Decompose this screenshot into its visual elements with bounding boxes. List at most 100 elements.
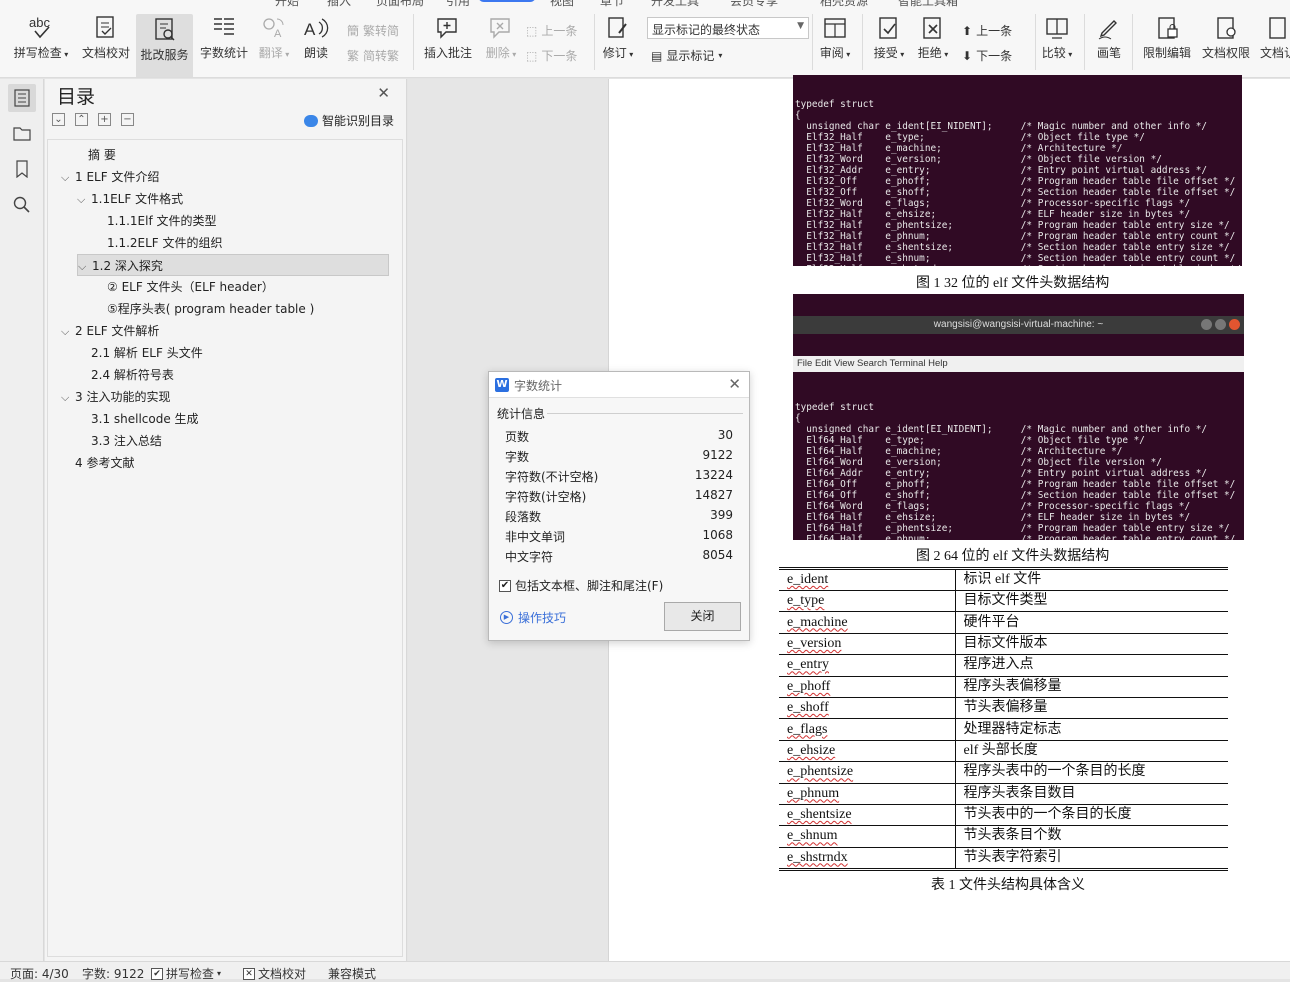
doc-auth-button[interactable]: 文档认: [1258, 0, 1290, 61]
toc-entry[interactable]: ⌵ 3 注入功能的实现: [61, 386, 170, 408]
toc-title: 目录: [57, 86, 96, 108]
status-bar: 页面: 4/30 字数: 9122 ✔ 拼写检查 ▾ ✕ 文档校对 兼容模式: [0, 961, 1290, 982]
expand-all-icon[interactable]: ⌃: [75, 113, 88, 126]
doc-permission-button[interactable]: 文档权限: [1199, 0, 1253, 61]
tab-member[interactable]: 会员专享: [730, 0, 778, 9]
stat-row: 段落数 399: [505, 506, 733, 526]
chapter-nav-icon[interactable]: [8, 119, 36, 147]
chevron-down-icon[interactable]: ⌵: [77, 189, 91, 211]
chevron-down-icon[interactable]: ⌵: [78, 256, 92, 278]
permission-icon: [1211, 14, 1241, 42]
toc-entry[interactable]: ⌵ 2 ELF 文件解析: [61, 320, 159, 342]
word-count-button[interactable]: 字数统计: [198, 0, 250, 61]
toc-entry[interactable]: 3.1 shellcode 生成: [91, 408, 199, 430]
toc-entry[interactable]: ⌵ 1.2 深入探究: [77, 254, 389, 276]
delete-comment-button[interactable]: 删除 ▾: [482, 0, 520, 61]
markup-state-select[interactable]: 显示标记的最终状态 ▼: [647, 17, 809, 39]
prev-change-button[interactable]: ⬆ 上一条: [962, 22, 1012, 39]
stat-value: 1068: [702, 528, 733, 542]
toc-entry[interactable]: ⌵ 1.1ELF 文件格式: [77, 188, 183, 210]
toc-entry[interactable]: 摘 要: [88, 144, 116, 166]
include-textbox-checkbox[interactable]: ✔ 包括文本框、脚注和尾注(F): [499, 577, 663, 594]
toc-entry[interactable]: ⑤程序头表( program header table ): [107, 298, 314, 320]
tab-developer[interactable]: 开发工具: [651, 0, 699, 9]
tab-layout[interactable]: 页面布局: [376, 0, 424, 9]
chevron-down-icon[interactable]: ⌵: [61, 167, 75, 189]
translate-icon: A: [259, 14, 289, 42]
toc-entry[interactable]: 1.1.1Elf 文件的类型: [107, 210, 217, 232]
toc-pane: 目录 ✕ ⌄ ⌃ + − 智能识别目录 摘 要 ⌵ 1 ELF 文件介绍 ⌵ 1.1EL…: [45, 79, 407, 961]
insert-comment-button[interactable]: 插入批注: [422, 0, 474, 61]
toc-entry[interactable]: 3.3 注入总结: [91, 430, 162, 452]
page-indicator[interactable]: 页面: 4/30: [10, 965, 69, 982]
compare-button[interactable]: 比较 ▾: [1039, 0, 1075, 61]
chevron-down-icon[interactable]: ⌵: [61, 321, 75, 343]
bookmark-icon[interactable]: [8, 155, 36, 183]
collapse-all-icon[interactable]: ⌄: [52, 113, 65, 126]
tab-view[interactable]: 视图: [550, 0, 574, 9]
divider: [862, 14, 863, 70]
toc-entry[interactable]: 2.4 解析符号表: [91, 364, 174, 386]
toc-entry[interactable]: 2.1 解析 ELF 头文件: [91, 342, 203, 364]
terminal-titlebar: wangsisi@wangsisi-virtual-machine: ~: [793, 316, 1244, 334]
translate-button[interactable]: A 翻译 ▾: [256, 0, 292, 61]
pen-button[interactable]: 画笔: [1094, 0, 1124, 61]
chevron-down-icon[interactable]: ⌵: [61, 387, 75, 409]
field-name: e_version: [787, 635, 842, 651]
field-desc-cell: 处理器特定标志: [955, 718, 1228, 741]
toc-entry[interactable]: ② ELF 文件头（ELF header）: [107, 276, 274, 298]
checkbox-checked-icon: ✔: [499, 579, 511, 592]
word-count-indicator[interactable]: 字数: 9122: [82, 965, 144, 982]
lock-doc-icon: [1152, 14, 1182, 42]
trad-to-simp-button[interactable]: 簡繁转简: [347, 22, 399, 39]
table-caption: 表 1 文件头结构具体含义: [931, 878, 1085, 893]
prev-comment-button[interactable]: ⬚ 上一条: [526, 22, 577, 39]
field-table: e_ident 标识 elf 文件 e_type 目标文件类型 e_machine 硬件平…: [779, 567, 1228, 871]
toc-entry[interactable]: ⌵ 1 ELF 文件介绍: [61, 166, 159, 188]
field-desc-cell: 程序头表偏移量: [955, 676, 1228, 698]
pen-icon: [1094, 14, 1124, 42]
add-heading-icon[interactable]: +: [98, 113, 111, 126]
accept-button[interactable]: 接受 ▾: [871, 0, 907, 61]
divider: [812, 14, 813, 70]
accept-icon: [874, 14, 904, 42]
field-desc-cell: 节头表中的一个条目的长度: [955, 804, 1228, 827]
next-change-button[interactable]: ⬇ 下一条: [962, 47, 1012, 64]
dialog-titlebar: W 字数统计 ✕: [489, 372, 749, 398]
stat-value: 9122: [702, 448, 733, 462]
read-aloud-button[interactable]: A 朗读: [300, 0, 332, 61]
svg-text:A: A: [304, 20, 316, 39]
reject-button[interactable]: 拒绝 ▾: [915, 0, 951, 61]
close-icon[interactable]: ✕: [377, 84, 390, 102]
tips-link[interactable]: ▶ 操作技巧: [500, 609, 566, 626]
stat-row: 字符数(计空格) 14827: [505, 486, 733, 506]
terminal-screenshot-32: typedef struct { unsigned char e_ident[E…: [793, 75, 1242, 266]
spell-check-toggle[interactable]: ✔ 拼写检查 ▾: [151, 965, 221, 982]
close-icon[interactable]: ✕: [728, 375, 741, 393]
toc-entry[interactable]: 1.1.2ELF 文件的组织: [107, 232, 223, 254]
spell-check-button[interactable]: abc 拼写检查 ▾: [10, 0, 72, 61]
svg-text:A: A: [274, 28, 282, 40]
next-comment-button[interactable]: ⬚ 下一条: [526, 47, 577, 64]
close-button[interactable]: 关闭: [664, 602, 741, 631]
stat-label: 字符数(计空格): [505, 490, 587, 504]
restrict-edit-button[interactable]: 限制编辑: [1140, 0, 1194, 61]
toc-entry[interactable]: 4 参考文献: [75, 452, 134, 474]
track-changes-button[interactable]: 修订 ▾: [600, 0, 636, 61]
remove-heading-icon[interactable]: −: [121, 113, 134, 126]
doc-proof-toggle[interactable]: ✕ 文档校对: [243, 965, 306, 982]
stat-value: 8054: [702, 548, 733, 562]
field-desc-cell: 硬件平台: [955, 611, 1228, 634]
simp-to-trad-button[interactable]: 繁简转繁: [347, 47, 399, 64]
code-block-32: typedef struct { unsigned char e_ident[E…: [795, 99, 1241, 266]
show-markup-button[interactable]: ▤ 显示标记 ▾: [651, 47, 722, 64]
table-row: e_machine 硬件平台: [779, 611, 1228, 634]
search-icon[interactable]: [8, 191, 36, 219]
stat-value: 14827: [694, 488, 733, 502]
smart-toc-button[interactable]: 智能识别目录: [303, 112, 394, 129]
doc-proof-button[interactable]: 文档校对: [79, 0, 133, 61]
toc-panel-icon[interactable]: [8, 84, 36, 112]
revise-service-button[interactable]: 批改服务: [136, 14, 193, 77]
field-name-cell: e_ehsize: [779, 740, 956, 763]
review-pane-button[interactable]: 审阅 ▾: [817, 0, 853, 61]
